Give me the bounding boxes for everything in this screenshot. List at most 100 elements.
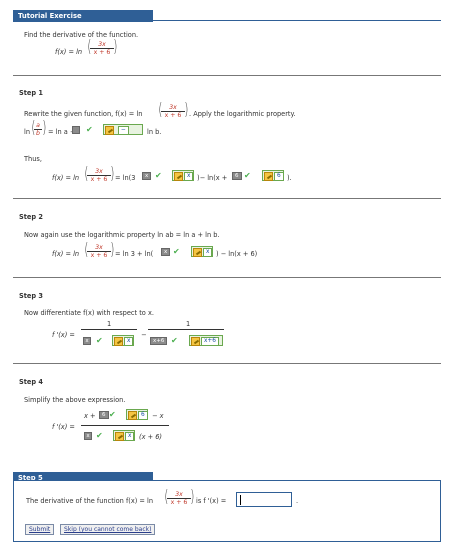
numerator: 3x <box>169 104 177 111</box>
answer-box: x+6 <box>189 335 223 346</box>
step4-label: Step 4 <box>19 378 43 386</box>
check-icon: ✔ <box>155 171 162 180</box>
step4-text: Simplify the above expression. <box>24 396 126 404</box>
numerator: 3x <box>175 491 183 498</box>
denominator: x + 6 <box>90 251 108 259</box>
right-paren: ) <box>42 118 47 138</box>
step1-eq-fraction: 3x x + 6 <box>87 168 111 183</box>
gray-answer-x: x <box>142 172 152 180</box>
check-icon: ✔ <box>96 431 103 440</box>
answer-box: x <box>113 430 135 441</box>
step2-eq-end: ) − ln(x + 6) <box>216 250 258 258</box>
check-icon: ✔ <box>173 247 180 256</box>
gray-answer-x: x <box>83 337 91 345</box>
prop-lnb: ln b. <box>147 128 162 136</box>
key-icon <box>264 172 273 181</box>
step1-eq-mid: = ln(3 <box>115 174 136 182</box>
step1-eq-left: f(x) = ln <box>52 174 80 182</box>
gray-answer-x: x <box>84 432 92 440</box>
answer-value: x <box>203 248 213 257</box>
numerator: 3x <box>95 168 103 175</box>
separator <box>13 75 441 76</box>
right-paren: ) <box>110 240 115 260</box>
step2-label: Step 2 <box>19 213 43 221</box>
check-icon: ✔ <box>244 171 251 180</box>
answer-box: x <box>172 170 194 181</box>
check-icon: ✔ <box>96 336 103 345</box>
problem-instruction: Find the derivative of the function. <box>24 31 139 39</box>
step3-one-a: 1 <box>107 320 112 328</box>
step4-fprime: f '(x) = <box>52 423 75 431</box>
numerator: 3x <box>95 244 103 251</box>
step3-one-b: 1 <box>186 320 191 328</box>
fraction-bar <box>81 329 137 330</box>
right-paren: ) <box>113 37 118 57</box>
step1-after: . Apply the logarithmic property. <box>189 110 296 118</box>
key-icon <box>128 411 137 420</box>
denominator: x + 6 <box>164 111 182 119</box>
key-icon <box>174 172 183 181</box>
answer-value: 6 <box>138 411 148 420</box>
key-icon <box>191 337 200 346</box>
prop-ln: ln <box>24 128 31 136</box>
answer-box: x <box>112 335 134 346</box>
step5-is: is f '(x) = <box>196 497 227 505</box>
numerator: a <box>36 122 40 129</box>
right-paren: ) <box>190 487 195 507</box>
step2-eq-mid: = ln 3 + ln( <box>115 250 154 258</box>
prop-fraction: a b <box>34 122 42 137</box>
denominator: b <box>36 129 40 137</box>
step1-eq-minus: )− ln(x + <box>197 174 228 182</box>
numerator: 3x <box>98 41 106 48</box>
step1-eq-end: ). <box>287 174 292 182</box>
gray-answer-x: x <box>161 248 171 256</box>
check-icon: ✔ <box>171 336 178 345</box>
separator <box>13 363 441 364</box>
step3-minus: − <box>141 331 147 339</box>
answer-value: 6 <box>274 172 284 181</box>
right-paren: ) <box>184 100 189 120</box>
text-caret <box>240 495 241 505</box>
answer-value: x <box>124 337 134 346</box>
answer-box: 6 <box>262 170 284 181</box>
answer-box: 6 <box>126 409 148 420</box>
problem-function: f(x) = ln <box>55 48 83 56</box>
check-icon: ✔ <box>109 410 116 419</box>
gray-answer-6: 6 <box>232 172 242 180</box>
answer-value: − <box>118 126 129 135</box>
denominator: x + 6 <box>90 175 108 183</box>
key-icon <box>115 432 124 441</box>
step5-period: . <box>296 497 299 505</box>
answer-box: − <box>103 124 143 135</box>
step4-num-b: − x <box>152 412 164 420</box>
step2-fraction: 3x x + 6 <box>87 244 111 259</box>
gray-answer-x6: x+6 <box>150 337 168 345</box>
step3-label: Step 3 <box>19 292 43 300</box>
fraction-bar <box>81 425 169 426</box>
skip-button[interactable]: Skip (you cannot come back) <box>60 524 156 535</box>
answer-input[interactable] <box>236 492 292 507</box>
step4-den-b: (x + 6) <box>139 433 162 441</box>
thus-text: Thus, <box>24 155 42 163</box>
answer-value: x <box>184 172 194 181</box>
gray-answer-6: 6 <box>99 411 109 419</box>
denominator: x + 6 <box>93 48 111 56</box>
key-icon <box>193 248 202 257</box>
denominator: x + 6 <box>170 498 188 506</box>
step2-text: Now again use the logarithmic property l… <box>24 231 220 239</box>
blank-box <box>72 126 80 134</box>
separator <box>13 198 441 199</box>
check-icon: ✔ <box>86 125 93 134</box>
submit-button[interactable]: Submit <box>25 524 55 535</box>
answer-value: x+6 <box>201 337 219 346</box>
step1-rewrite: Rewrite the given function, f(x) = ln <box>24 110 143 118</box>
fraction-bar <box>148 329 224 330</box>
step1-label: Step 1 <box>19 89 43 97</box>
problem-fraction: 3x x + 6 <box>90 41 114 56</box>
step2-eq-left: f(x) = ln <box>52 250 80 258</box>
step3-fprime: f '(x) = <box>52 331 75 339</box>
step4-num-a: x + <box>84 412 96 420</box>
key-icon <box>105 126 114 135</box>
header-rule <box>13 20 441 21</box>
answer-value: x <box>125 432 135 441</box>
